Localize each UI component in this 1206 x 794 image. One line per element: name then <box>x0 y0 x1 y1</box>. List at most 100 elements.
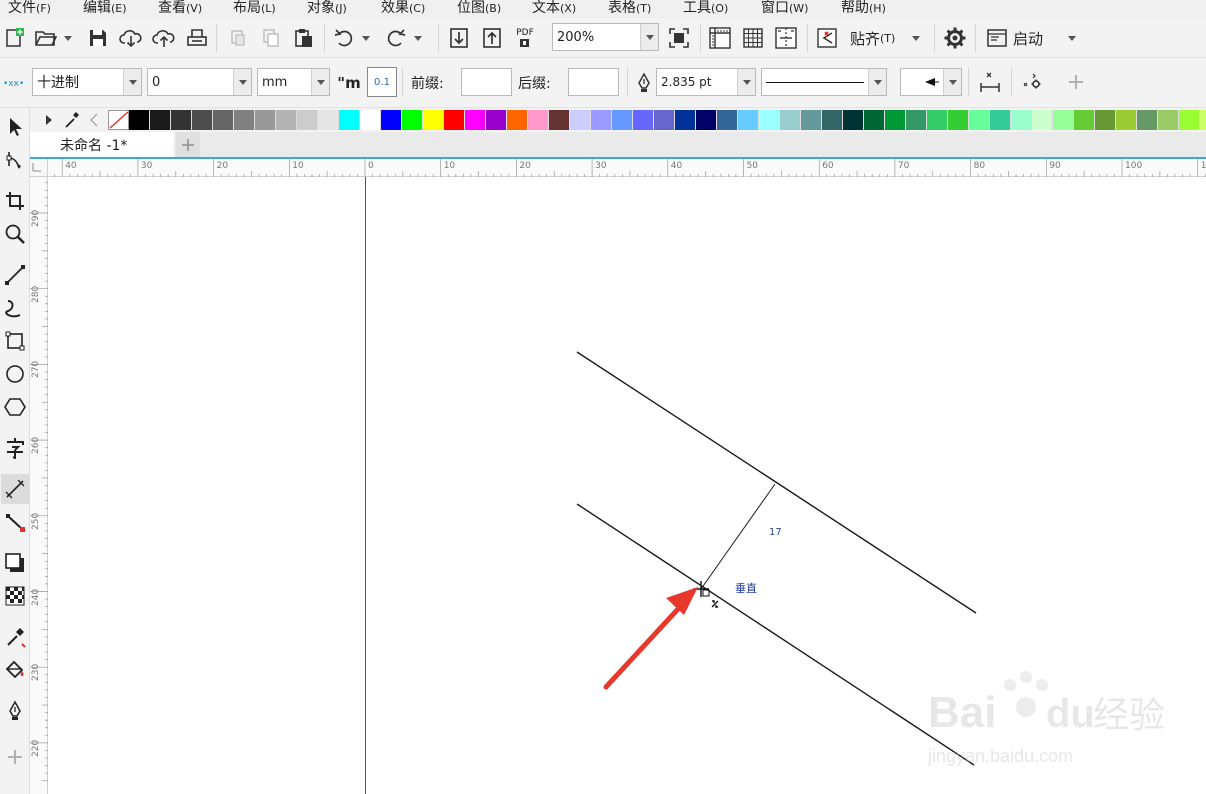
text-position-button[interactable]: "m <box>335 69 363 97</box>
color-swatch[interactable] <box>276 110 297 130</box>
print-button[interactable] <box>183 24 211 52</box>
palette-eyedropper-button[interactable] <box>63 110 81 134</box>
zoom-tool[interactable] <box>1 219 29 249</box>
line-style-dropdown[interactable] <box>868 69 886 95</box>
menu-table[interactable]: 表格(T) <box>608 0 651 18</box>
color-swatch[interactable] <box>822 110 843 130</box>
outline-width-dropdown[interactable] <box>737 69 755 95</box>
color-swatch[interactable] <box>1032 110 1053 130</box>
import-button[interactable] <box>445 24 473 52</box>
palette-scroll-left-button[interactable] <box>45 114 53 130</box>
color-swatch[interactable] <box>1116 110 1137 130</box>
color-swatch[interactable] <box>360 110 381 130</box>
color-swatch[interactable] <box>171 110 192 130</box>
outline-width-combo[interactable]: 2.835 pt <box>656 68 756 96</box>
zoom-dropdown-button[interactable] <box>640 24 658 50</box>
color-swatch[interactable] <box>969 110 990 130</box>
menu-layout[interactable]: 布局(L) <box>233 0 276 18</box>
units-format-select[interactable]: 十进制 <box>32 68 142 96</box>
dimension-tool[interactable] <box>1 474 29 504</box>
color-swatch[interactable] <box>738 110 759 130</box>
color-swatch[interactable] <box>654 110 675 130</box>
pick-tool[interactable] <box>1 112 29 142</box>
color-swatch[interactable] <box>423 110 444 130</box>
color-swatch[interactable] <box>1158 110 1179 130</box>
menu-effects[interactable]: 效果(C) <box>381 0 425 18</box>
color-swatch[interactable] <box>192 110 213 130</box>
connector-tool[interactable] <box>1 507 29 537</box>
lower-parallel-line[interactable] <box>576 503 975 766</box>
color-swatch[interactable] <box>780 110 801 130</box>
color-swatch[interactable] <box>339 110 360 130</box>
outline-pen-button[interactable] <box>630 69 658 97</box>
color-swatch[interactable] <box>255 110 276 130</box>
artistic-media-tool[interactable] <box>1 293 29 323</box>
show-rulers-button[interactable] <box>706 24 734 52</box>
precision-select[interactable]: 0 <box>147 68 252 96</box>
palette-back-button[interactable] <box>89 113 98 131</box>
document-tab[interactable]: 未命名 -1* <box>30 132 174 157</box>
units-format-dropdown[interactable] <box>123 69 141 95</box>
color-swatch[interactable] <box>297 110 318 130</box>
save-button[interactable] <box>84 24 112 52</box>
color-swatch[interactable] <box>150 110 171 130</box>
upper-parallel-line[interactable] <box>576 351 977 614</box>
snap-to-dropdown[interactable] <box>906 24 926 52</box>
full-screen-preview-button[interactable] <box>665 24 693 52</box>
color-swatch[interactable] <box>906 110 927 130</box>
menu-edit[interactable]: 编辑(E) <box>83 0 127 18</box>
crop-tool[interactable] <box>1 186 29 216</box>
interactive-fill-tool[interactable] <box>1 655 29 685</box>
color-swatch[interactable] <box>1011 110 1032 130</box>
color-swatch[interactable] <box>318 110 339 130</box>
launch-button[interactable] <box>983 24 1011 52</box>
unit-select[interactable]: mm <box>257 68 330 96</box>
launch-dropdown[interactable] <box>1062 24 1082 52</box>
menu-view[interactable]: 查看(V) <box>158 0 202 18</box>
menu-bitmaps[interactable]: 位图(B) <box>457 0 501 18</box>
arrowhead-select[interactable] <box>900 68 962 96</box>
text-tool[interactable] <box>1 433 29 463</box>
color-swatch[interactable] <box>633 110 654 130</box>
color-swatch[interactable] <box>507 110 528 130</box>
freehand-tool[interactable] <box>1 260 29 290</box>
color-swatch[interactable] <box>717 110 738 130</box>
new-document-button[interactable] <box>0 24 28 52</box>
shape-tool[interactable] <box>1 145 29 175</box>
color-swatch[interactable] <box>843 110 864 130</box>
color-swatch[interactable] <box>465 110 486 130</box>
undo-button[interactable] <box>330 24 358 52</box>
redo-button[interactable] <box>382 24 410 52</box>
zoom-level-combo[interactable]: 200% <box>552 23 659 51</box>
color-swatch[interactable] <box>1074 110 1095 130</box>
color-swatch[interactable] <box>1179 110 1200 130</box>
color-swatch[interactable] <box>528 110 549 130</box>
color-swatch[interactable] <box>990 110 1011 130</box>
undo-dropdown[interactable] <box>357 24 375 52</box>
color-swatch[interactable] <box>234 110 255 130</box>
show-units-button[interactable]: 0.1 <box>367 67 397 97</box>
cut-button[interactable] <box>224 24 252 52</box>
color-swatch[interactable] <box>486 110 507 130</box>
color-swatch[interactable] <box>612 110 633 130</box>
color-swatch[interactable] <box>402 110 423 130</box>
no-color-swatch[interactable] <box>108 110 129 130</box>
dynamic-dimensioning-button[interactable] <box>1018 68 1046 96</box>
menu-object[interactable]: 对象(J) <box>307 0 347 18</box>
open-recent-dropdown[interactable] <box>58 24 78 52</box>
color-swatch[interactable] <box>549 110 570 130</box>
color-swatch[interactable] <box>444 110 465 130</box>
vertical-ruler[interactable]: 290 280 270 260 250 240 230 220 <box>30 177 48 794</box>
cloud-upload-button[interactable] <box>150 24 178 52</box>
menu-window[interactable]: 窗口(W) <box>761 0 808 18</box>
unit-dropdown[interactable] <box>311 69 329 95</box>
color-swatch[interactable] <box>696 110 717 130</box>
color-swatch[interactable] <box>1095 110 1116 130</box>
paste-button[interactable] <box>290 24 318 52</box>
arrowhead-dropdown[interactable] <box>943 69 961 95</box>
color-swatch[interactable] <box>591 110 612 130</box>
line-style-select[interactable] <box>761 68 887 96</box>
horizontal-ruler[interactable]: 403020100102030405060708090100110 <box>48 159 1206 177</box>
show-guidelines-button[interactable] <box>772 24 800 52</box>
precision-dropdown[interactable] <box>233 69 251 95</box>
